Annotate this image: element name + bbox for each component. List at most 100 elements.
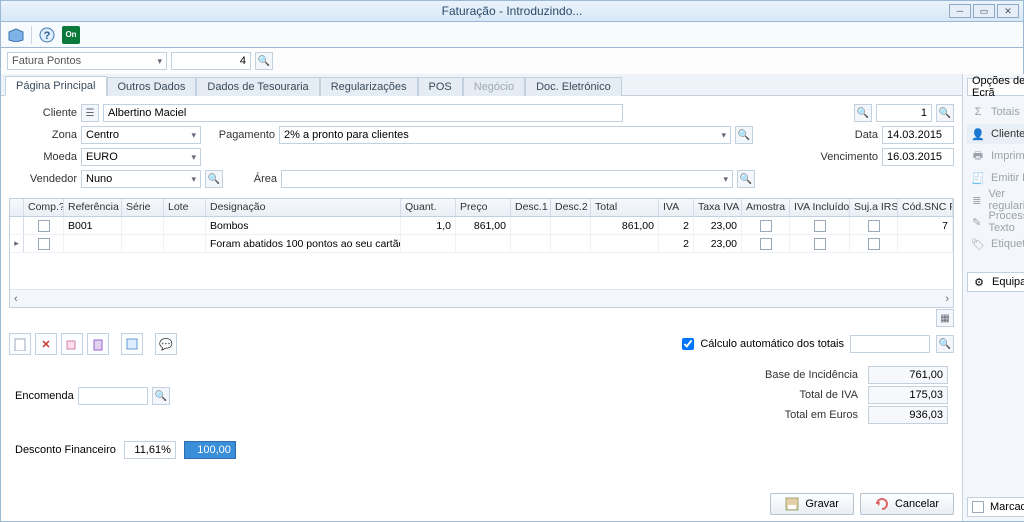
minimize-button[interactable]: ─: [949, 4, 971, 18]
col-ref[interactable]: Referência: [64, 199, 122, 216]
col-sujairs[interactable]: Suj.a IRS: [850, 199, 898, 216]
side-item-etiquetas[interactable]: 🏷Etiquetas: [967, 234, 1024, 254]
vencimento-input[interactable]: 16.03.2015: [882, 148, 954, 166]
vendedor-search-button[interactable]: 🔍: [205, 170, 223, 188]
cliente-search-button[interactable]: 🔍: [854, 104, 872, 122]
side-marcada[interactable]: Marcada: [967, 497, 1024, 517]
encomenda-input[interactable]: [78, 387, 148, 405]
col-comp[interactable]: Comp.?: [24, 199, 64, 216]
data-label: Data: [855, 129, 878, 141]
gear-icon: ⚙: [972, 275, 986, 289]
col-qty[interactable]: Quant.: [401, 199, 456, 216]
col-serie[interactable]: Série: [122, 199, 164, 216]
vencimento-label: Vencimento: [821, 151, 878, 163]
maximize-button[interactable]: ▭: [973, 4, 995, 18]
cancel-icon: [875, 497, 889, 511]
col-d1[interactable]: Desc.1: [511, 199, 551, 216]
desconto-pct-input[interactable]: [124, 441, 176, 459]
col-preco[interactable]: Preço: [456, 199, 511, 216]
doc-number-input[interactable]: [171, 52, 251, 70]
cliente-num-input[interactable]: 1: [876, 104, 932, 122]
notes-button[interactable]: 💬: [155, 333, 177, 355]
side-panel-header[interactable]: Opções deste Ecrã ▾: [967, 78, 1024, 96]
pagamento-search-button[interactable]: 🔍: [735, 126, 753, 144]
side-equipamentos[interactable]: ⚙ Equipamentos: [967, 272, 1024, 292]
cancel-button[interactable]: Cancelar: [860, 493, 954, 515]
col-total[interactable]: Total: [591, 199, 659, 216]
area-combo[interactable]: [281, 170, 733, 188]
paste-line-button[interactable]: [87, 333, 109, 355]
col-amostra[interactable]: Amostra: [742, 199, 790, 216]
calc-auto-search-button[interactable]: 🔍: [936, 335, 954, 353]
calc-auto-input[interactable]: [850, 335, 930, 353]
save-button[interactable]: Gravar: [770, 493, 854, 515]
side-item-totais[interactable]: ΣTotais: [967, 102, 1024, 122]
area-search-button[interactable]: 🔍: [737, 170, 755, 188]
module-icon[interactable]: On: [62, 26, 80, 44]
grid-aux-button[interactable]: ▦: [936, 309, 954, 327]
row-incluido-checkbox[interactable]: [814, 238, 826, 250]
window-title: Faturação - Introduzindo...: [442, 4, 583, 18]
col-lote[interactable]: Lote: [164, 199, 206, 216]
moeda-label: Moeda: [9, 151, 77, 163]
row-sujairs-checkbox[interactable]: [868, 238, 880, 250]
pagamento-combo[interactable]: 2% a pronto para clientes: [279, 126, 731, 144]
side-item-emitir-recibo[interactable]: 🧾Emitir Recibo: [967, 168, 1024, 188]
cliente-num-search-button[interactable]: 🔍: [936, 104, 954, 122]
marcada-checkbox[interactable]: [972, 501, 984, 513]
row-amostra-checkbox[interactable]: [760, 238, 772, 250]
encomenda-label: Encomenda: [15, 390, 74, 402]
tab-dados-tesouraria[interactable]: Dados de Tesouraria: [196, 77, 319, 96]
vendedor-combo[interactable]: Nuno: [81, 170, 201, 188]
side-item-cliente[interactable]: 👤Cliente: [967, 124, 1024, 144]
tab-outros-dados[interactable]: Outros Dados: [107, 77, 197, 96]
zona-combo[interactable]: Centro: [81, 126, 201, 144]
col-iva[interactable]: IVA: [659, 199, 694, 216]
row-sujairs-checkbox[interactable]: [868, 220, 880, 232]
copy-line-button[interactable]: [61, 333, 83, 355]
doc-type-combo[interactable]: Fatura Pontos ▾: [7, 52, 167, 70]
doc-search-button[interactable]: 🔍: [255, 52, 273, 70]
moeda-combo[interactable]: EURO: [81, 148, 201, 166]
doc-type-value: Fatura Pontos: [12, 55, 81, 67]
tab-pos[interactable]: POS: [418, 77, 463, 96]
help-icon[interactable]: ?: [38, 26, 56, 44]
data-input[interactable]: 14.03.2015: [882, 126, 954, 144]
document-selector-row: Fatura Pontos ▾ 🔍: [0, 48, 1024, 74]
col-taxa[interactable]: Taxa IVA: [694, 199, 742, 216]
side-item-ver-regularizacoes[interactable]: ≣Ver regularizações: [967, 190, 1024, 210]
calc-auto-checkbox[interactable]: [682, 338, 694, 350]
grid-scrollbar[interactable]: ‹›: [10, 289, 953, 307]
chevron-down-icon: ▾: [157, 56, 162, 67]
grid-config-button[interactable]: [121, 333, 143, 355]
total-euros-value: 936,03: [868, 406, 948, 424]
close-button[interactable]: ✕: [997, 4, 1019, 18]
row-incluido-checkbox[interactable]: [814, 220, 826, 232]
row-comp-checkbox[interactable]: [38, 220, 50, 232]
package-icon[interactable]: [7, 26, 25, 44]
grid-row[interactable]: B001 Bombos 1,0 861,00 861,00 2 23,00 7: [10, 217, 953, 235]
cliente-pick-button[interactable]: ☰: [81, 104, 99, 122]
side-item-processador-texto[interactable]: ✎Processador Texto: [967, 212, 1024, 232]
user-icon: 👤: [971, 127, 985, 141]
sum-icon: Σ: [971, 105, 985, 119]
grid-header-row: Comp.? Referência Série Lote Designação …: [10, 199, 953, 217]
col-desig[interactable]: Designação: [206, 199, 401, 216]
encomenda-search-button[interactable]: 🔍: [152, 387, 170, 405]
col-d2[interactable]: Desc.2: [551, 199, 591, 216]
tab-doc-eletronico[interactable]: Doc. Eletrónico: [525, 77, 622, 96]
grid-row[interactable]: ▸ Foram abatidos 100 pontos ao seu cartã…: [10, 235, 953, 253]
tab-regularizacoes[interactable]: Regularizações: [320, 77, 418, 96]
tab-pagina-principal[interactable]: Página Principal: [5, 76, 107, 96]
row-amostra-checkbox[interactable]: [760, 220, 772, 232]
desconto-valor-input[interactable]: [184, 441, 236, 459]
cliente-input[interactable]: Albertino Maciel: [103, 104, 623, 122]
row-comp-checkbox[interactable]: [38, 238, 50, 250]
col-snc[interactable]: Cód.SNC F: [898, 199, 953, 216]
delete-line-button[interactable]: ✕: [35, 333, 57, 355]
new-line-button[interactable]: [9, 333, 31, 355]
lines-grid[interactable]: Comp.? Referência Série Lote Designação …: [9, 198, 954, 308]
side-item-imprimir[interactable]: 🖶Imprimir: [967, 146, 1024, 166]
tag-icon: 🏷: [971, 237, 985, 251]
col-incluido[interactable]: IVA Incluído: [790, 199, 850, 216]
